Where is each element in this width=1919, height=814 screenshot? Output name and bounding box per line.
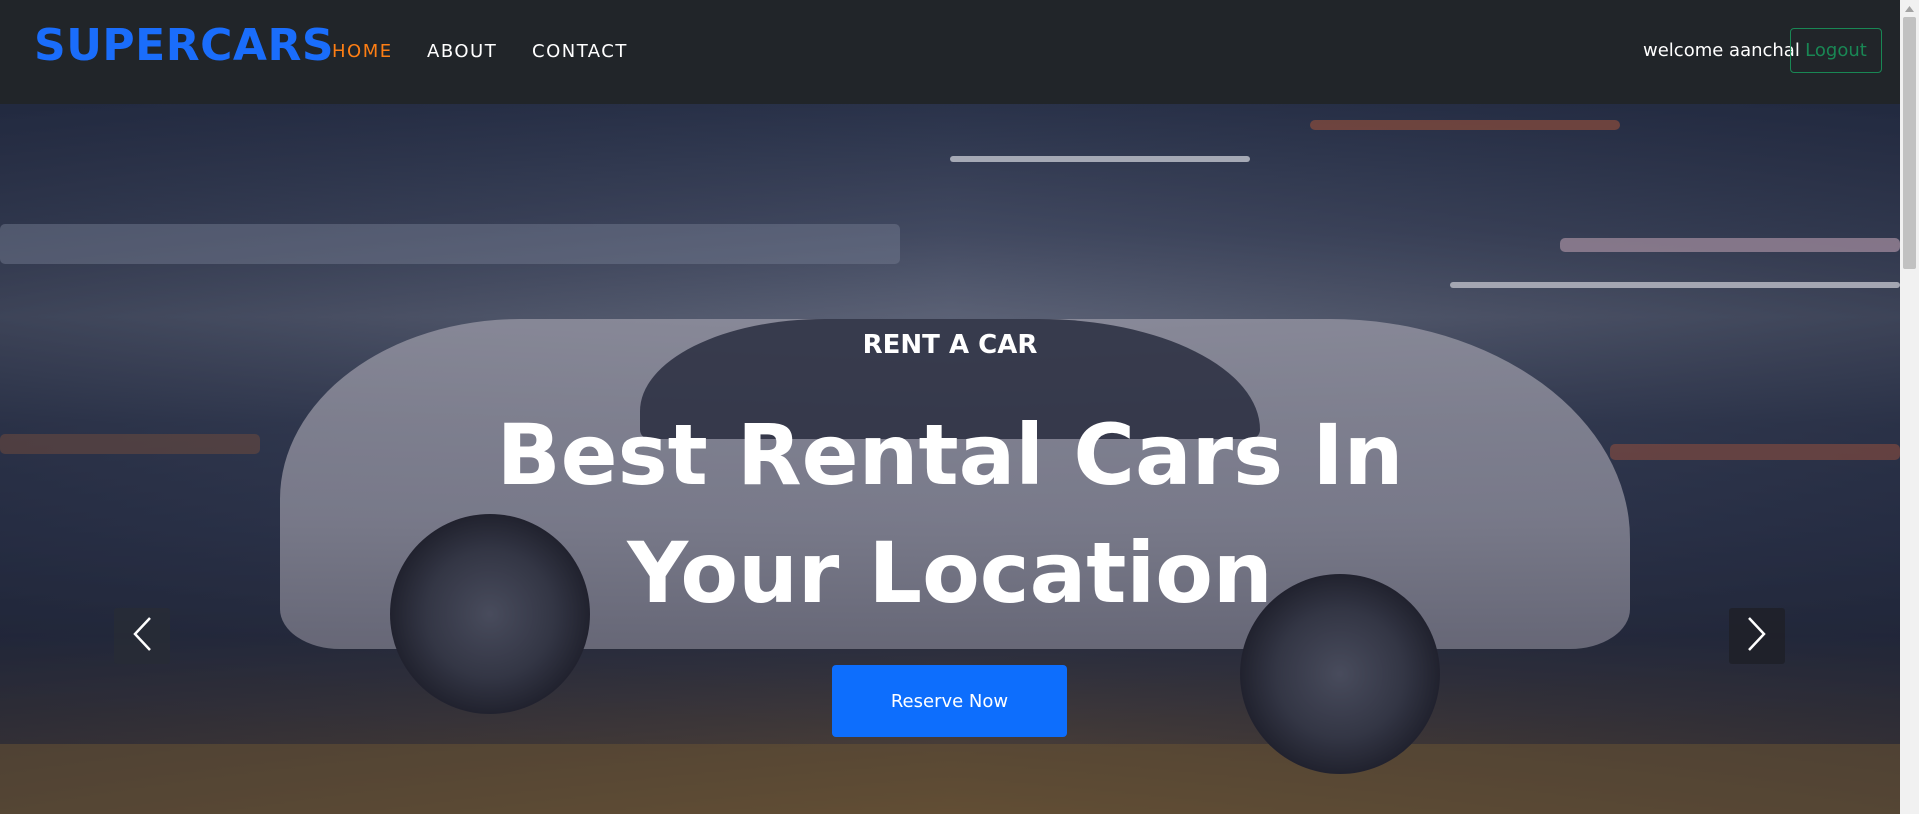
brand-logo[interactable]: SUPERCARS [34, 20, 334, 71]
top-navbar: SUPERCARS HOME ABOUT CONTACT welcome aan… [0, 0, 1900, 104]
hero-carousel: RENT A CAR Best Rental Cars In Your Loca… [0, 104, 1900, 814]
page-scrollbar[interactable] [1900, 0, 1919, 814]
nav-link-about[interactable]: ABOUT [427, 41, 497, 62]
reserve-now-button[interactable]: Reserve Now [832, 665, 1067, 737]
hero-kicker: RENT A CAR [862, 330, 1038, 360]
nav-link-contact[interactable]: CONTACT [532, 41, 628, 62]
scroll-up-arrow-icon[interactable] [1900, 0, 1919, 17]
welcome-message: welcome aanchal [1643, 40, 1800, 61]
carousel-next-button[interactable] [1729, 608, 1785, 664]
carousel-prev-button[interactable] [114, 608, 170, 664]
hero-headline: Best Rental Cars In Your Location [496, 406, 1404, 622]
nav-link-home[interactable]: HOME [332, 41, 393, 62]
scrollbar-thumb[interactable] [1903, 17, 1916, 269]
chevron-right-icon [1745, 614, 1769, 658]
chevron-left-icon [130, 614, 154, 658]
logout-button[interactable]: Logout [1790, 28, 1882, 73]
